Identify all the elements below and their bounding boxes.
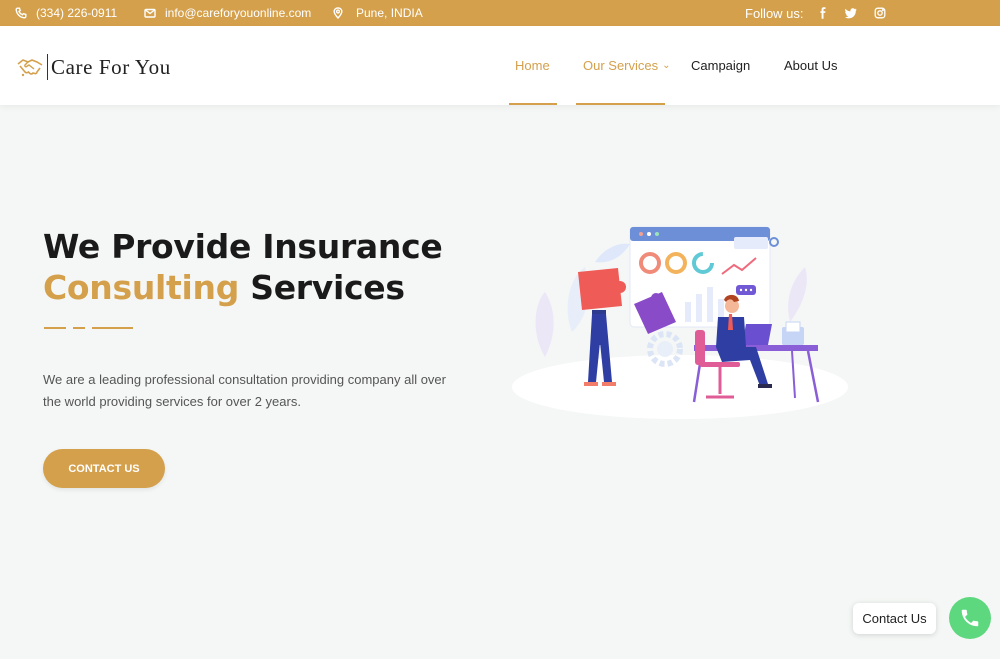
handshake-icon [17, 59, 43, 77]
location-info: Pune, INDIA [332, 0, 423, 26]
nav-campaign-label: Campaign [691, 58, 751, 73]
hero-description: We are a leading professional consultati… [43, 372, 446, 409]
email-address: info@careforyouonline.com [165, 6, 312, 20]
main-header: Care For You Home Our Services ⌄ Campaig… [0, 26, 1000, 105]
hero-title: We Provide Insurance Consulting Services [43, 226, 443, 308]
follow-label: Follow us: [745, 5, 804, 21]
nav-home-underline [509, 103, 557, 105]
phone-icon [961, 609, 979, 627]
chevron-down-icon: ⌄ [662, 60, 671, 71]
nav-about-us-label: About Us [784, 58, 838, 73]
nav-about-us[interactable]: About Us [784, 26, 837, 105]
twitter-icon[interactable] [844, 6, 858, 20]
phone-contact[interactable]: (334) 226-0911 [15, 0, 117, 26]
logo-divider [47, 54, 48, 80]
hero-title-line1: We Provide Insurance [43, 227, 443, 266]
nav-home-label: Home [515, 58, 550, 73]
floating-contact-label[interactable]: Contact Us [853, 603, 936, 634]
hero-title-accent: Consulting [43, 268, 240, 307]
location-text: Pune, INDIA [356, 6, 423, 20]
nav-home[interactable]: Home [515, 26, 550, 105]
map-pin-icon [333, 7, 343, 19]
top-bar: (334) 226-0911 info@careforyouonline.com… [0, 0, 1000, 26]
nav-campaign[interactable]: Campaign [691, 26, 750, 105]
instagram-icon[interactable] [873, 6, 887, 20]
phone-icon [15, 7, 27, 19]
nav-our-services-label: Our Services [583, 58, 659, 73]
email-contact[interactable]: info@careforyouonline.com [144, 0, 311, 26]
facebook-icon[interactable] [816, 6, 830, 20]
envelope-icon [144, 8, 156, 18]
contact-us-button[interactable]: CONTACT US [43, 449, 165, 488]
hero-title-rest: Services [239, 268, 405, 307]
consulting-illustration [512, 226, 848, 419]
phone-number: (334) 226-0911 [36, 6, 118, 20]
floating-call-button[interactable] [949, 597, 991, 639]
nav-our-services-underline [576, 103, 665, 105]
site-logo[interactable]: Care For You [16, 53, 171, 81]
nav-our-services[interactable]: Our Services ⌄ [583, 26, 671, 105]
logo-text: Care For You [51, 54, 171, 79]
